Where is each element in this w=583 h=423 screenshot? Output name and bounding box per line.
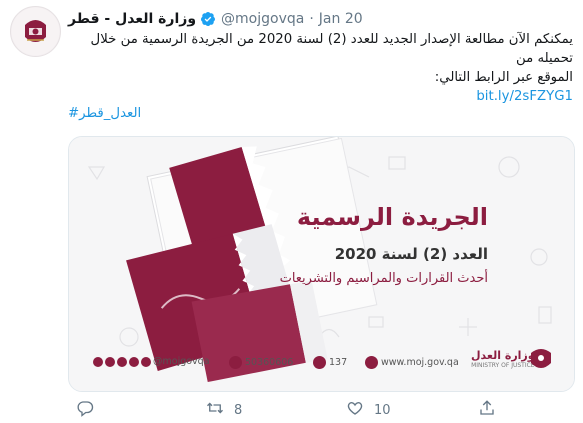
tweet-text: يمكنكم الآن مطالعة الإصدار الجديد للعدد … bbox=[68, 30, 573, 106]
globe-icon bbox=[365, 356, 378, 369]
reply-icon bbox=[76, 399, 94, 421]
verified-badge-icon bbox=[200, 11, 216, 27]
retweet-count: 8 bbox=[234, 402, 243, 418]
tweet-link[interactable]: bit.ly/2sFZYG1 bbox=[476, 89, 573, 104]
share-button[interactable] bbox=[478, 399, 506, 421]
gazette-issue: العدد (2) لسنة 2020 bbox=[334, 245, 488, 263]
ministry-emblem-icon bbox=[11, 7, 60, 56]
retweet-button[interactable]: 8 bbox=[206, 399, 242, 421]
avatar[interactable] bbox=[10, 6, 61, 57]
footer-whatsapp: 50360606 bbox=[245, 357, 294, 368]
gazette-subtitle: أحدث القرارات والمراسيم والتشريعات bbox=[279, 271, 488, 286]
youtube-icon bbox=[141, 356, 151, 367]
retweet-icon bbox=[206, 399, 224, 421]
tweet-date[interactable]: Jan 20 bbox=[319, 11, 363, 27]
hashtag-link[interactable]: #العدل_قطر bbox=[68, 106, 573, 121]
twitter-icon bbox=[129, 356, 139, 367]
author-name[interactable]: وزارة العدل - قطر bbox=[68, 11, 196, 27]
tweet-text-line: الموقع عبر الرابط التالي: bbox=[434, 70, 573, 85]
phone-icon bbox=[313, 356, 326, 369]
like-count: 10 bbox=[374, 402, 391, 418]
social-handle-item: @mojgovqa bbox=[93, 356, 210, 367]
like-button[interactable]: 10 bbox=[346, 399, 391, 421]
tweet: وزارة العدل - قطر @mojgovqa · Jan 20 يمك… bbox=[0, 0, 583, 423]
tweet-actions: 8 10 bbox=[68, 399, 573, 419]
footer-ministry-en: MINISTRY OF JUSTICE bbox=[471, 362, 535, 369]
footer-website: www.moj.gov.qa bbox=[381, 357, 459, 368]
footer-social-handle: @mojgovqa bbox=[153, 356, 210, 367]
instagram-icon bbox=[105, 356, 115, 367]
snapchat-icon bbox=[93, 356, 103, 367]
media-footer: @mojgovqa 50360606 137 www.moj.gov.qa وز… bbox=[69, 349, 574, 379]
reply-button[interactable] bbox=[76, 399, 104, 421]
footer-ministry-ar: وزارة العدل bbox=[471, 349, 535, 362]
tweet-text-line: يمكنكم الآن مطالعة الإصدار الجديد للعدد … bbox=[90, 32, 573, 66]
facebook-icon bbox=[117, 356, 127, 367]
author-handle[interactable]: @mojgovqa bbox=[221, 11, 304, 27]
hotline-item: 137 bbox=[313, 356, 347, 369]
ministry-logo: وزارة العدل MINISTRY OF JUSTICE bbox=[471, 349, 535, 369]
tweet-header: وزارة العدل - قطر @mojgovqa · Jan 20 bbox=[68, 9, 573, 29]
footer-hotline: 137 bbox=[329, 357, 348, 368]
gazette-title: الجريدة الرسمية bbox=[296, 203, 488, 231]
whatsapp-item: 50360606 bbox=[229, 356, 293, 369]
tweet-media-image[interactable]: الجريدة الرسمية العدد (2) لسنة 2020 أحدث… bbox=[68, 136, 575, 392]
heart-icon bbox=[346, 399, 364, 421]
separator-dot: · bbox=[309, 11, 314, 27]
share-icon bbox=[478, 399, 496, 421]
whatsapp-icon bbox=[229, 356, 242, 369]
website-item: www.moj.gov.qa bbox=[365, 356, 459, 369]
emblem-icon bbox=[529, 347, 553, 373]
